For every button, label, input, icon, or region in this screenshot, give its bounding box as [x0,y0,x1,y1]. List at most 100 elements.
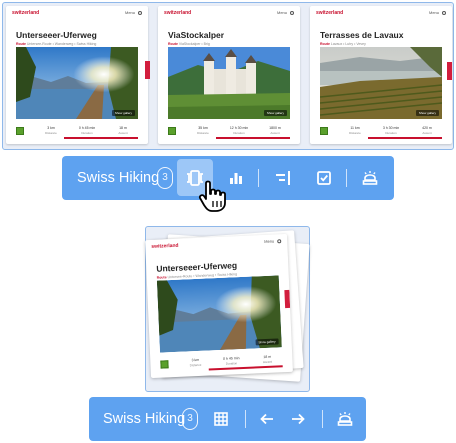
menu-label: Menu [428,10,439,15]
align-right-button[interactable] [266,156,300,200]
card-title: Terrasses de Lavaux [320,30,404,40]
stat-duration: 0 h 45 min Duration [218,356,244,366]
menu-button[interactable]: Menu [264,238,282,244]
route-card[interactable]: switzerland Menu Terrasses de Lavaux Rou… [310,6,452,144]
stat-label: Distance [349,131,361,135]
stat-label: Duration [225,361,238,366]
menu-label: Menu [124,10,135,15]
side-tab[interactable] [145,61,150,79]
search-icon[interactable] [277,238,282,243]
side-tab[interactable] [447,62,452,80]
card-subtitle: Route ViaStockalper • Brig [168,42,210,46]
stat-duration: 3 h 30 min Duration [378,126,404,135]
show-gallery-button[interactable]: Show gallery [111,110,135,116]
menu-button[interactable]: Menu [429,10,446,15]
next-button[interactable] [281,397,315,441]
subtitle-lead: Route [320,42,330,46]
route-photo[interactable]: Show gallery [320,47,442,119]
show-gallery-button[interactable]: Show gallery [255,338,279,346]
stats-row: 3 km Distance 0 h 45 min Duration 18 m Asce… [160,353,283,372]
stat-ascent: 420 m Ascent [414,126,440,135]
side-tab[interactable] [284,289,291,309]
stat-duration: 0 h 45 min Duration [74,126,100,135]
stack-icon [337,412,353,426]
stats-row: 11 km Distance 3 h 30 min Duration 420 m As… [320,125,442,139]
subtitle-text: Lavaux • Lutry • Vevey [330,42,366,46]
card-subtitle: Route Untersee-Route • Wanderweg • Swiss… [16,42,96,46]
stat-value: 3 h 30 min [382,126,400,130]
collection-title: Swiss Hiking [103,411,186,427]
stat-label: Ascent [118,131,128,135]
castle-photo-image [168,47,290,119]
arrow-left-icon [260,413,273,425]
stack-view-button[interactable] [353,156,387,200]
route-photo[interactable]: Show gallery [156,275,282,353]
stat-distance: 35 km Distance [190,126,216,135]
hiking-sign-icon [160,360,169,369]
route-card[interactable]: switzerland Menu Unterseeer-Uferweg Rout… [145,233,293,379]
card-title: ViaStockalper [168,30,225,40]
card-title: Unterseeer-Uferweg [156,260,238,274]
app-canvas: switzerland Menu Unterseeer-Uferweg Rout… [0,0,456,443]
route-profile-bar [64,137,138,139]
hiking-sign-icon [320,127,328,135]
stat-label: Distance [45,131,57,135]
stat-value: 1800 m [269,126,281,130]
menu-button[interactable]: Menu [277,10,294,15]
stack-preview: switzerland Menu Unterseeer-Uferweg Rout… [145,226,310,392]
menu-label: Menu [276,10,287,15]
search-icon[interactable] [442,10,446,15]
show-gallery-button[interactable]: Show gallery [263,110,287,116]
stat-label: Ascent [262,359,273,365]
search-icon[interactable] [138,10,142,15]
stat-distance: 3 km Distance [38,126,64,135]
route-profile-bar [368,137,442,139]
hiking-sign-icon [16,127,24,135]
item-count-badge: 3 [182,408,198,430]
subtitle-lead: Route [156,275,167,280]
stat-label: Duration [81,131,93,135]
stat-label: Distance [197,131,209,135]
stat-label: Ascent [270,131,280,135]
vineyard-photo-image [320,47,442,119]
route-photo[interactable]: Show gallery [168,47,290,119]
route-card[interactable]: switzerland Menu Unterseeer-Uferweg Rout… [6,6,148,144]
hand-cursor-icon [198,180,226,212]
select-button[interactable] [307,156,341,200]
stat-value: 420 m [422,126,432,130]
stat-value: 11 km [350,126,360,130]
stack-view-button[interactable] [328,397,362,441]
stat-value: 0 h 45 min [78,126,96,130]
toolbar-divider [245,410,246,428]
stat-label: Ascent [422,131,432,135]
menu-label: Menu [264,238,275,244]
show-gallery-button[interactable]: Show gallery [415,110,439,116]
stat-ascent: 18 m Ascent [110,126,136,135]
checkbox-icon [317,171,331,185]
stat-value: 18 m [119,126,127,130]
route-profile-bar [208,365,283,371]
route-card[interactable]: switzerland Menu ViaStockalper Route Via… [158,6,300,144]
align-right-icon [276,171,290,185]
previous-button[interactable] [250,397,284,441]
route-profile-bar [216,137,290,139]
stack-toolbar: Swiss Hiking 3 [89,397,366,441]
subtitle-text: ViaStockalper • Brig [178,42,210,46]
item-count-badge: 3 [157,167,173,189]
search-icon[interactable] [290,10,294,15]
toolbar-divider [322,410,323,428]
collection-title: Swiss Hiking [77,170,160,186]
grid-view-button[interactable] [204,397,238,441]
subtitle-lead: Route [168,42,178,46]
toolbar-divider [258,169,259,187]
card-strip: switzerland Menu Unterseeer-Uferweg Rout… [2,2,454,150]
menu-button[interactable]: Menu [125,10,142,15]
route-photo[interactable]: Show gallery [16,47,138,119]
toolbar-divider [346,169,347,187]
stack-icon [362,171,378,185]
subtitle-text: Untersee-Route • Wanderweg • Swiss Hikin… [26,42,97,46]
stat-value: 12 h 30 min [229,126,249,130]
stat-distance: 11 km Distance [342,126,368,135]
hiking-sign-icon [168,127,176,135]
stat-ascent: 1800 m Ascent [262,126,288,135]
